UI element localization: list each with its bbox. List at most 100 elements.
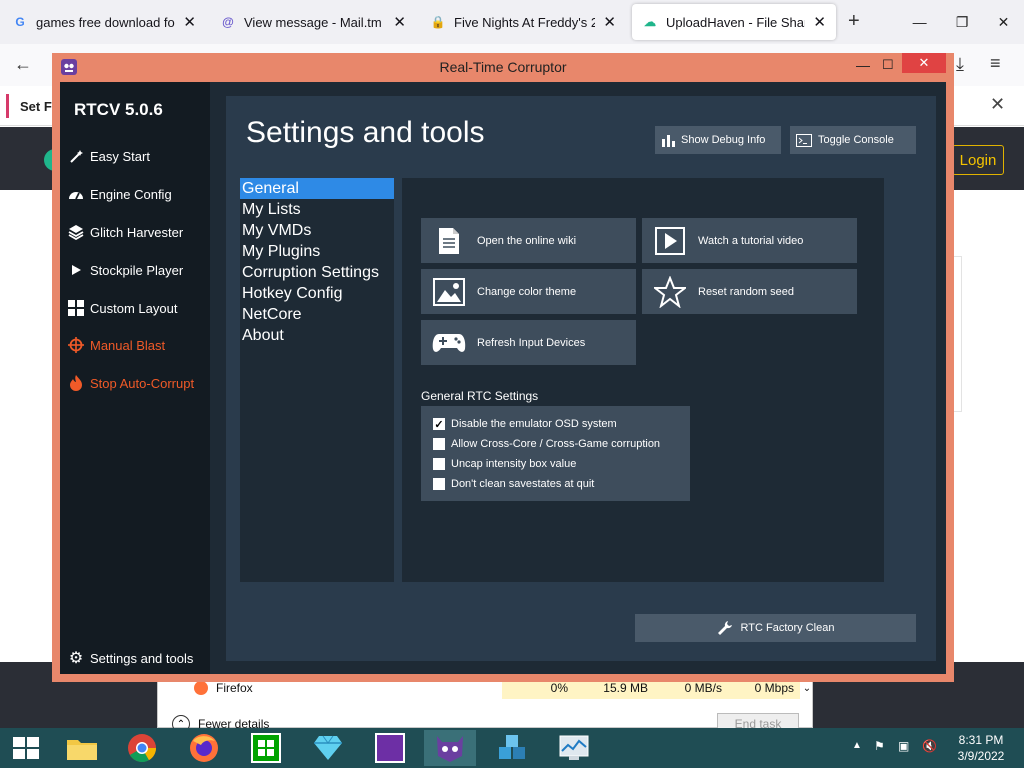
taskbar-store[interactable] [240, 730, 292, 766]
refresh-input-devices-button[interactable]: Refresh Input Devices [421, 320, 636, 365]
sidebar-item-label: Stop Auto-Corrupt [90, 375, 195, 391]
taskbar-chrome[interactable] [116, 730, 168, 766]
start-button[interactable] [0, 730, 52, 766]
checkbox-label: Uncap intensity box value [451, 458, 577, 470]
taskbar-rtcv[interactable] [424, 730, 476, 766]
login-button[interactable]: Login [952, 145, 1004, 175]
nav-item-my-lists[interactable]: My Lists [240, 199, 394, 220]
google-icon: G [15, 15, 25, 29]
bar-chart-icon [662, 135, 675, 147]
layers-icon [68, 224, 84, 240]
taskbar-task-manager[interactable] [548, 730, 600, 766]
maximize-icon[interactable]: ☐ [882, 57, 894, 73]
sidebar-item-stockpile-player[interactable]: Stockpile Player [68, 259, 183, 281]
checkbox-unchecked [433, 438, 445, 450]
wrench-icon [717, 621, 732, 635]
taskbar-notes-app[interactable] [364, 730, 416, 766]
close-icon[interactable]: ✕ [183, 13, 196, 31]
close-icon[interactable]: ✕ [603, 13, 616, 31]
taskbar-blocks-app[interactable] [486, 730, 538, 766]
checkbox-checked: ✓ [433, 418, 445, 431]
windows-logo-icon [13, 737, 39, 759]
button-label: RTC Factory Clean [740, 622, 835, 634]
checkbox-unchecked [433, 458, 445, 470]
page-title: Settings and tools [246, 116, 485, 149]
general-settings-content: Open the online wiki Watch a tutorial vi… [402, 178, 884, 582]
rtc-sidebar: RTCV 5.0.6 Easy Start Engine Config Glit… [60, 82, 210, 674]
uncap-intensity-checkbox[interactable]: Uncap intensity box value [421, 454, 690, 474]
nav-item-hotkey-config[interactable]: Hotkey Config [240, 283, 394, 304]
flag-icon[interactable]: ⚑ [874, 739, 885, 753]
sidebar-item-label: Manual Blast [90, 337, 166, 353]
watch-tutorial-button[interactable]: Watch a tutorial video [642, 218, 857, 263]
open-wiki-button[interactable]: Open the online wiki [421, 218, 636, 263]
button-label: Toggle Console [818, 134, 894, 146]
minimize-icon[interactable]: — [856, 57, 870, 73]
notification-text: Set Fi [20, 99, 56, 114]
tab-title: Five Nights At Freddy's 2 Free [454, 14, 596, 30]
close-icon[interactable]: ✕ [902, 53, 946, 73]
store-icon [251, 733, 281, 763]
restore-icon[interactable]: ❐ [956, 14, 969, 31]
sidebar-item-settings[interactable]: ⚙ Settings and tools [68, 647, 194, 669]
network-icon[interactable]: ▣ [898, 739, 909, 753]
nav-item-my-vmds[interactable]: My VMDs [240, 220, 394, 241]
browser-tab-uploadhaven[interactable]: ☁ UploadHaven - File Sharing I ✕ [632, 4, 836, 40]
change-color-theme-button[interactable]: Change color theme [421, 269, 636, 314]
volume-muted-icon[interactable]: 🔇 [922, 739, 937, 753]
toggle-console-button[interactable]: Toggle Console [790, 126, 916, 154]
back-icon[interactable]: ← [14, 54, 32, 75]
minimize-icon[interactable]: — [913, 14, 927, 30]
star-icon [642, 275, 698, 308]
nav-item-my-plugins[interactable]: My Plugins [240, 241, 394, 262]
gauge-icon [68, 186, 84, 202]
general-settings-box: ✓ Disable the emulator OSD system Allow … [421, 406, 690, 501]
rtc-client-area: RTCV 5.0.6 Easy Start Engine Config Glit… [60, 82, 946, 674]
nav-item-corruption-settings[interactable]: Corruption Settings [240, 262, 394, 283]
nav-item-about[interactable]: About [240, 325, 394, 346]
close-icon[interactable]: ✕ [990, 94, 1005, 115]
taskbar-file-explorer[interactable] [56, 730, 108, 766]
rtc-title-bar: Real-Time Corruptor — ☐ ✕ [52, 53, 954, 82]
rtc-window-title: Real-Time Corruptor [439, 59, 567, 75]
video-play-icon [642, 226, 698, 255]
checkbox-label: Disable the emulator OSD system [451, 418, 617, 430]
browser-tab-games[interactable]: G games free download for pc ✕ [2, 4, 206, 40]
rtc-factory-clean-button[interactable]: RTC Factory Clean [635, 614, 916, 642]
close-icon[interactable]: ✕ [998, 14, 1010, 31]
disable-osd-checkbox[interactable]: ✓ Disable the emulator OSD system [421, 414, 690, 434]
close-icon[interactable]: ✕ [813, 13, 826, 31]
gear-icon: ⚙ [68, 650, 84, 667]
new-tab-icon[interactable]: + [848, 10, 860, 33]
download-icon[interactable]: ⤓ [956, 54, 964, 75]
sidebar-item-manual-blast[interactable]: Manual Blast [68, 334, 165, 356]
browser-tab-mail[interactable]: @ View message - Mail.tm ✕ [210, 4, 416, 40]
taskbar-clock[interactable]: 8:31 PM 3/9/2022 [950, 732, 1012, 764]
sidebar-item-custom-layout[interactable]: Custom Layout [68, 297, 177, 319]
checkbox-label: Allow Cross-Core / Cross-Game corruption [451, 438, 661, 450]
browser-tab-fnaf[interactable]: 🔒 Five Nights At Freddy's 2 Free ✕ [420, 4, 626, 40]
dont-clean-savestates-checkbox[interactable]: Don't clean savestates at quit [421, 474, 690, 494]
sidebar-item-glitch-harvester[interactable]: Glitch Harvester [68, 221, 183, 243]
tray-overflow-icon[interactable]: ▲ [852, 740, 862, 751]
close-icon[interactable]: ✕ [393, 13, 406, 31]
sidebar-item-label: Easy Start [90, 148, 150, 164]
image-icon [421, 277, 477, 306]
sidebar-item-stop-auto-corrupt[interactable]: Stop Auto-Corrupt [68, 372, 194, 394]
taskbar-gem-app[interactable] [302, 730, 354, 766]
nav-item-general[interactable]: General [240, 178, 394, 199]
sidebar-item-easy-start[interactable]: Easy Start [68, 145, 150, 167]
sidebar-item-label: Settings and tools [90, 650, 194, 666]
sidebar-item-label: Glitch Harvester [90, 224, 184, 240]
sidebar-item-engine-config[interactable]: Engine Config [68, 183, 172, 205]
allow-cross-core-checkbox[interactable]: Allow Cross-Core / Cross-Game corruption [421, 434, 690, 454]
cubes-icon [499, 735, 525, 759]
clock-time: 8:31 PM [958, 733, 1004, 747]
menu-icon[interactable]: ≡ [990, 53, 1001, 74]
show-debug-info-button[interactable]: Show Debug Info [655, 126, 781, 154]
at-icon: @ [222, 15, 234, 29]
nav-item-netcore[interactable]: NetCore [240, 304, 394, 325]
scroll-down-icon[interactable]: ⌄ [800, 683, 814, 694]
reset-random-seed-button[interactable]: Reset random seed [642, 269, 857, 314]
taskbar-firefox[interactable] [178, 730, 230, 766]
